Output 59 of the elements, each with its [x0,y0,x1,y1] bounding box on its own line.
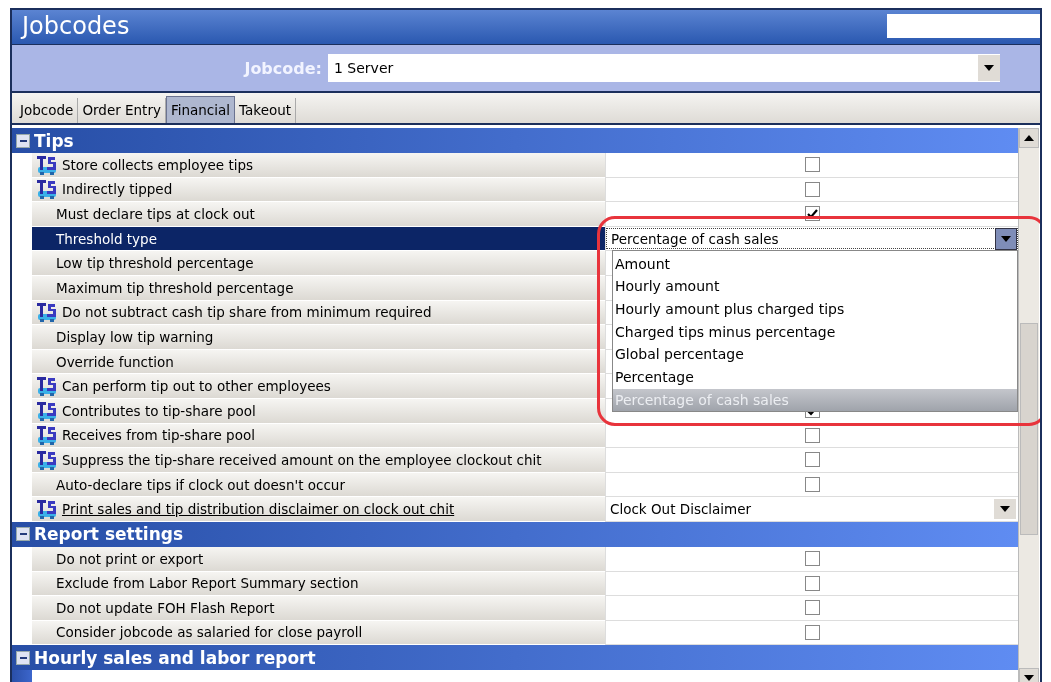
scroll-down-button[interactable] [1019,668,1039,682]
setting-label-cell[interactable]: Receives from tip-share pool [32,423,605,449]
setting-label-cell[interactable]: Exclude from Labor Report Summary section [32,571,605,597]
tab[interactable]: Jobcode [16,98,79,123]
section-header[interactable]: Hourly sales and labor report [12,645,1018,671]
dropdown-option[interactable]: Hourly amount [613,275,1017,298]
caret-icon [1024,135,1034,141]
caret-icon [1001,235,1011,242]
value-dropdown[interactable]: Percentage of cash sales [606,227,1018,250]
checkbox[interactable] [805,181,820,197]
setting-label-cell[interactable]: Must declare tips at clock out [32,202,605,227]
dropdown-option[interactable]: Percentage [613,365,1017,389]
tab[interactable]: Financial [165,96,236,123]
setting-label-cell[interactable]: Maximum tip threshold percentage [32,275,605,301]
collapse-icon[interactable] [16,650,30,665]
setting-label-cell[interactable]: Override function [32,349,605,375]
checkbox[interactable] [805,625,820,640]
collapse-icon[interactable] [16,527,30,542]
dropdown-option[interactable]: Hourly amount plus charged tips [613,297,1017,321]
jobcode-label: Jobcode: [242,58,323,78]
section-header[interactable]: Report settings [12,521,1018,547]
caret-icon [1024,675,1034,681]
dropdown-option[interactable]: Charged tips minus percentage [613,320,1017,344]
checkbox[interactable] [805,575,820,591]
caret-icon [1000,506,1010,513]
setting-label-cell[interactable]: Do not update FOH Flash Report [32,596,605,621]
setting-label-cell[interactable]: Do not print or export [32,546,605,572]
value-dropdown[interactable]: Clock Out Disclaimer [606,497,1018,521]
checkbox[interactable] [805,477,820,492]
checkbox[interactable] [805,157,820,173]
setting-label-cell[interactable]: Suppress the tip-share received amount on the employee clockout chit [32,448,605,473]
scroll-thumb[interactable] [1020,323,1038,535]
setting-label-cell[interactable]: Can perform tip out to other employees [32,374,605,399]
caret-icon [984,65,994,71]
setting-label-cell[interactable]: Indirectly tipped [32,177,605,203]
setting-label-cell[interactable]: Auto-declare tips if clock out doesn't occur [32,472,605,498]
scrollbar[interactable] [1018,128,1039,682]
collapse-icon[interactable] [16,133,30,148]
setting-label-cell[interactable]: Threshold type [32,226,605,252]
setting-label-cell[interactable]: Print sales and tip distribution disclaimer on clock out chit [32,497,605,522]
dropdown-option[interactable]: Amount [613,252,1017,276]
dropdown-option[interactable]: Global percentage [613,343,1017,366]
checkbox[interactable] [805,427,820,443]
jobcode-dropdown[interactable]: 1 Server [328,54,1000,82]
tab[interactable]: Takeout [235,98,297,123]
setting-label-cell[interactable]: Do not subtract cash tip share from minimum required [32,300,605,326]
setting-label-cell[interactable]: Low tip threshold percentage [32,251,605,276]
checkbox[interactable] [805,452,820,468]
section-header[interactable]: Tips [12,128,1018,153]
setting-label-cell[interactable]: Store collects employee tips [32,153,605,178]
checkbox[interactable] [805,600,820,616]
title-field[interactable] [887,14,1040,38]
setting-label-cell[interactable]: Contributes to tip-share pool [32,398,605,424]
setting-label-cell[interactable]: Display low tip warning [32,325,605,350]
scroll-up-button[interactable] [1019,128,1039,148]
window-title: Jobcodes [19,11,131,42]
tab[interactable]: Order Entry [78,98,166,123]
checkbox[interactable] [805,551,820,567]
setting-label-cell[interactable]: Consider jobcode as salaried for close payroll [32,620,605,646]
